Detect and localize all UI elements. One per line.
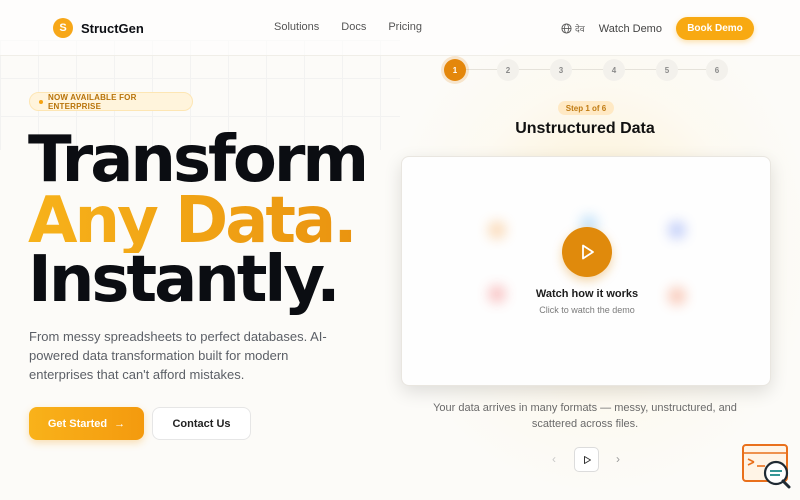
header-actions: देव Watch Demo Book Demo <box>561 17 754 40</box>
hero-heading-line-1: Transform <box>28 123 369 197</box>
contact-us-button[interactable]: Contact Us <box>152 407 251 440</box>
badge-dot-icon <box>39 99 43 104</box>
language-selector[interactable]: देव <box>561 22 585 35</box>
step-1[interactable]: 1 <box>444 59 466 81</box>
watch-demo-link[interactable]: Watch Demo <box>599 23 662 35</box>
demo-stepper: 1 2 3 4 5 6 <box>444 59 734 81</box>
top-navigation-bar: S StructGen Solutions Docs Pricing देव W… <box>0 0 800 56</box>
step-connector <box>678 69 709 70</box>
step-3[interactable]: 3 <box>550 59 572 81</box>
hero-subtitle: From messy spreadsheets to perfect datab… <box>29 329 327 382</box>
brand-name: StructGen <box>81 20 144 36</box>
get-started-label: Get Started <box>47 417 108 430</box>
get-started-button[interactable]: Get Started → <box>29 407 144 440</box>
play-icon <box>582 244 594 260</box>
step-counter-badge: Step 1 of 6 <box>558 101 614 115</box>
main-nav: Solutions Docs Pricing <box>274 21 422 33</box>
step-connector <box>572 69 603 70</box>
step-connector <box>466 69 497 70</box>
nav-item-pricing[interactable]: Pricing <box>388 21 422 33</box>
brand-logo[interactable]: S StructGen <box>53 18 144 38</box>
video-subtitle: Click to watch the demo <box>539 305 635 315</box>
step-6[interactable]: 6 <box>706 59 728 81</box>
step-title: Unstructured Data <box>515 120 655 137</box>
previous-step-button[interactable]: ‹ <box>547 452 561 466</box>
chat-support-icon[interactable] <box>741 443 791 489</box>
video-title: Watch how it works <box>535 288 639 300</box>
step-4[interactable]: 4 <box>603 59 625 81</box>
step-2[interactable]: 2 <box>497 59 519 81</box>
demo-video-card[interactable]: Watch how it works Click to watch the de… <box>401 156 771 386</box>
nav-item-docs[interactable]: Docs <box>341 21 366 33</box>
language-label: देव <box>575 24 585 34</box>
step-description: Your data arrives in many formats — mess… <box>433 402 737 430</box>
next-step-button[interactable]: › <box>611 452 625 466</box>
globe-icon <box>561 23 572 34</box>
play-icon <box>583 455 591 464</box>
file-icon-blur <box>668 221 686 239</box>
arrow-right-icon: → <box>114 417 126 430</box>
badge-label: NOW AVAILABLE FOR ENTERPRISE <box>48 92 137 111</box>
file-icon-blur <box>488 221 506 239</box>
step-5[interactable]: 5 <box>656 59 678 81</box>
nav-item-solutions[interactable]: Solutions <box>274 21 319 33</box>
step-connector <box>519 69 550 70</box>
step-connector <box>625 69 656 70</box>
enterprise-badge: NOW AVAILABLE FOR ENTERPRISE <box>29 92 193 111</box>
logo-mark: S <box>53 18 73 38</box>
hero-heading-line-3: Instantly. <box>28 243 340 317</box>
video-play-button[interactable] <box>562 227 612 277</box>
autoplay-button[interactable] <box>574 447 599 472</box>
book-demo-button[interactable]: Book Demo <box>675 17 754 40</box>
